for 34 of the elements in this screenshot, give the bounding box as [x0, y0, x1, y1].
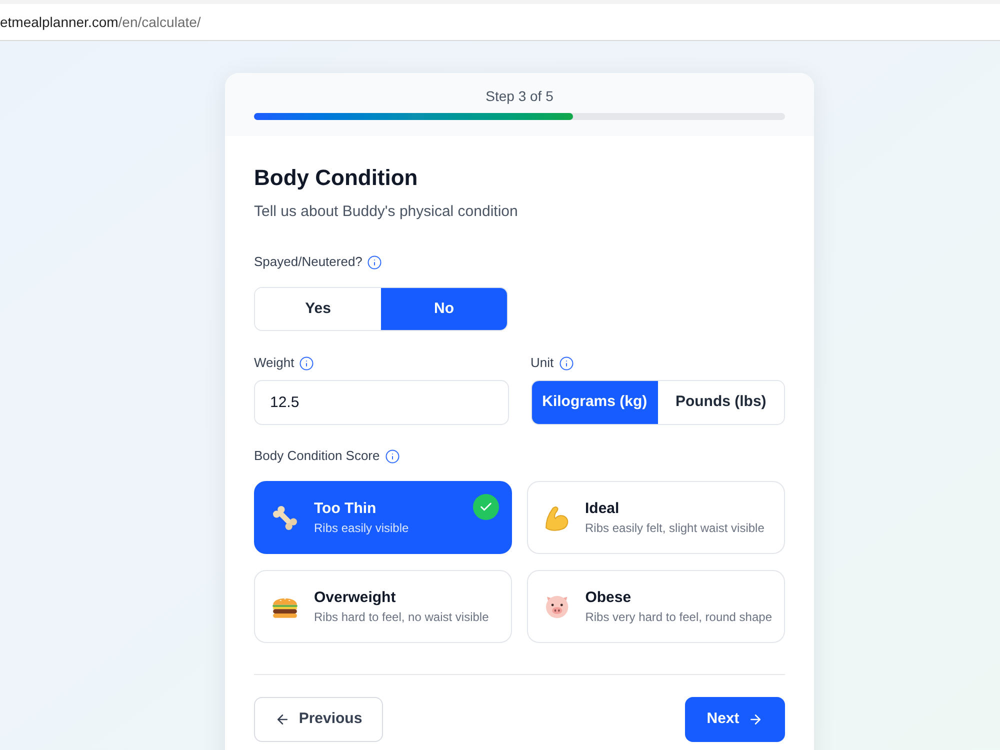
option-description: Ribs hard to feel, no waist visible	[314, 608, 489, 626]
option-title: Obese	[585, 588, 632, 608]
option-title: Too Thin	[314, 498, 378, 518]
next-button[interactable]: Next	[685, 697, 785, 742]
condition-option[interactable]: Obese Ribs very hard to feel, round shape	[527, 570, 785, 643]
step-counter: Step 3 of 5	[484, 87, 554, 106]
check-icon	[473, 494, 499, 520]
option-title: Overweight	[314, 588, 397, 608]
option-description: Ribs easily felt, slight waist visible	[585, 520, 764, 536]
option-description: Ribs very hard to feel, round shape	[585, 608, 772, 626]
flexed-arm-icon	[545, 504, 569, 530]
info-icon[interactable]	[299, 356, 314, 370]
field-label: Body Condition Score	[254, 447, 380, 465]
field-label: Weight	[254, 354, 294, 372]
segment-option[interactable]: No	[381, 288, 507, 330]
bone-icon	[272, 504, 298, 530]
arrow-right-icon	[748, 712, 764, 727]
info-icon[interactable]	[558, 356, 574, 370]
info-icon[interactable]	[367, 254, 382, 270]
field-label: Unit	[530, 354, 554, 372]
section-title: Body Condition	[254, 164, 419, 192]
pig-face-icon	[545, 594, 570, 620]
address-bar[interactable]: etmealplanner.com/en/calculate/	[0, 4, 1000, 40]
condition-option[interactable]: Overweight Ribs hard to feel, no waist visible	[254, 570, 512, 643]
condition-option[interactable]: Ideal Ribs easily felt, slight waist visible	[527, 481, 785, 554]
option-description: Ribs easily visible	[314, 520, 409, 536]
previous-button[interactable]: Previous	[254, 697, 383, 742]
segment-option[interactable]: Kilograms (kg)	[532, 381, 658, 424]
info-icon[interactable]	[384, 448, 400, 464]
section-subtitle: Tell us about Buddy's physical condition	[254, 202, 519, 222]
weight-input[interactable]: 12.5	[254, 380, 508, 425]
field-label: Spayed/Neutered?	[254, 253, 362, 271]
option-title: Ideal	[585, 498, 620, 518]
condition-option[interactable]: Too Thin Ribs easily visible	[254, 481, 512, 554]
